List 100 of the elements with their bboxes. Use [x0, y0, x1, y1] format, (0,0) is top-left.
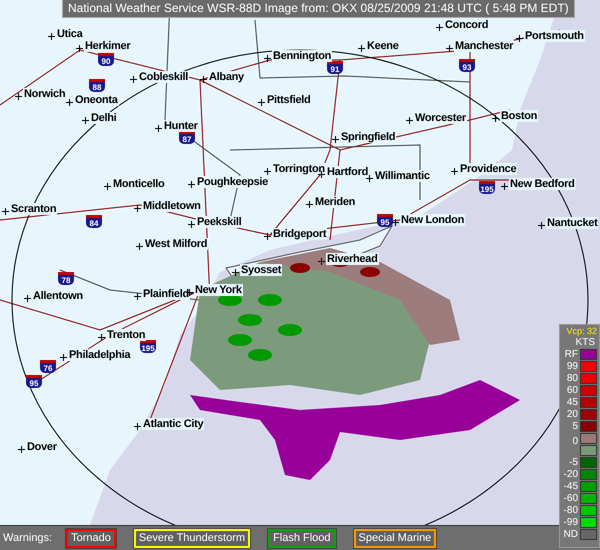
interstate-shield: 195 — [479, 181, 495, 194]
city-marker-icon — [436, 24, 443, 31]
city-marker-icon — [332, 136, 339, 143]
warning-type-key: Flash Flood — [268, 528, 336, 548]
city-marker-icon — [134, 293, 141, 300]
city-label: Hartford — [326, 166, 369, 178]
city-marker-icon — [18, 446, 25, 453]
warnings-label: Warnings: — [3, 532, 52, 544]
city-marker-icon — [200, 76, 207, 83]
legend-label: -80 — [562, 506, 578, 516]
city-marker-icon — [188, 181, 195, 188]
city-marker-icon — [306, 201, 313, 208]
interstate-shield: 88 — [89, 79, 105, 92]
legend-label: RF — [564, 350, 578, 360]
city-label: Norwich — [23, 88, 66, 100]
city-marker-icon — [76, 45, 83, 52]
interstate-shield: 76 — [40, 360, 56, 373]
legend-label: 0 — [571, 437, 578, 447]
unit-label: KTS — [574, 337, 596, 349]
legend-label: 60 — [566, 386, 578, 396]
interstate-shield: 95 — [26, 375, 42, 388]
city-marker-icon — [501, 183, 508, 190]
city-label: New London — [400, 214, 465, 226]
city-marker-icon — [358, 45, 365, 52]
city-label: Delhi — [90, 112, 118, 124]
legend-label: -5 — [568, 458, 578, 468]
city-label: Hunter — [163, 120, 199, 132]
city-label: Manchester — [454, 40, 514, 52]
city-label: Cobleskill — [138, 71, 189, 83]
interstate-shield: 90 — [98, 53, 114, 66]
legend-label: 20 — [566, 410, 578, 420]
city-label: Keene — [366, 40, 400, 52]
city-label: Syosset — [240, 264, 282, 276]
city-label: Torrington — [272, 163, 326, 175]
interstate-shield: 84 — [86, 215, 102, 228]
city-marker-icon — [60, 354, 67, 361]
city-label: Middletown — [142, 200, 202, 212]
city-marker-icon — [188, 221, 195, 228]
legend-label: 80 — [566, 374, 578, 384]
warning-type-key: Severe Thunderstorm — [134, 528, 250, 548]
city-label: Nantucket — [546, 217, 598, 229]
legend-label: 5 — [571, 422, 578, 432]
vcp-label: Vcp: 32 — [565, 326, 597, 337]
city-marker-icon — [155, 125, 162, 132]
city-marker-icon — [392, 219, 399, 226]
legend-label: 99 — [566, 362, 578, 372]
city-label: Poughkeepsie — [196, 176, 269, 188]
city-label: Pittsfield — [266, 94, 312, 106]
city-marker-icon — [366, 175, 373, 182]
city-label: Dover — [26, 441, 58, 453]
interstate-shield: 91 — [327, 61, 343, 74]
city-marker-icon — [2, 208, 9, 215]
city-label: Allentown — [32, 290, 84, 302]
city-label: Utica — [56, 28, 84, 40]
interstate-shield: 87 — [179, 131, 195, 144]
city-label: Peekskill — [196, 216, 242, 228]
city-label: Meriden — [314, 196, 356, 208]
city-label: Concord — [444, 19, 490, 31]
city-label: Scranton — [10, 203, 58, 215]
city-label: New Bedford — [509, 178, 576, 190]
legend-label: -20 — [562, 470, 578, 480]
city-marker-icon — [134, 423, 141, 430]
interstate-shield: 78 — [58, 272, 74, 285]
city-label: Atlantic City — [142, 418, 204, 430]
city-marker-icon — [66, 99, 73, 106]
city-label: Worcester — [414, 112, 467, 124]
city-marker-icon — [516, 35, 523, 42]
city-label: Monticello — [112, 178, 166, 190]
city-label: Boston — [500, 110, 538, 122]
city-label: Plainfield — [142, 288, 190, 300]
interstate-shield: 95 — [377, 214, 393, 227]
city-marker-icon — [48, 33, 55, 40]
city-marker-icon — [232, 269, 239, 276]
city-marker-icon — [82, 117, 89, 124]
warning-type-key: Special Marine — [354, 528, 436, 548]
city-marker-icon — [136, 243, 143, 250]
city-label: New York — [194, 284, 243, 296]
city-label: Portsmouth — [524, 30, 585, 42]
city-marker-icon — [318, 258, 325, 265]
city-marker-icon — [406, 117, 413, 124]
image-title: National Weather Service WSR-88D Image from: OKX 08/25/2009 21:48 UTC ( 5:48 PM EDT) — [62, 0, 575, 18]
city-marker-icon — [264, 55, 271, 62]
legend-label: ND — [562, 530, 578, 540]
interstate-shield: 93 — [459, 59, 475, 72]
city-marker-icon — [104, 183, 111, 190]
city-marker-icon — [24, 295, 31, 302]
city-marker-icon — [538, 222, 545, 229]
city-label: Bennington — [272, 50, 332, 62]
city-marker-icon — [264, 233, 271, 240]
city-marker-icon — [15, 93, 22, 100]
city-label: Oneonta — [74, 94, 119, 106]
city-marker-icon — [130, 76, 137, 83]
interstate-shield: 195 — [140, 340, 156, 353]
city-label: Riverhead — [326, 253, 378, 265]
city-label: Albany — [208, 71, 245, 83]
city-label: Trenton — [106, 329, 146, 341]
legend-label: -45 — [562, 482, 578, 492]
city-marker-icon — [264, 168, 271, 175]
city-label: Bridgeport — [272, 228, 328, 240]
city-marker-icon — [492, 115, 499, 122]
